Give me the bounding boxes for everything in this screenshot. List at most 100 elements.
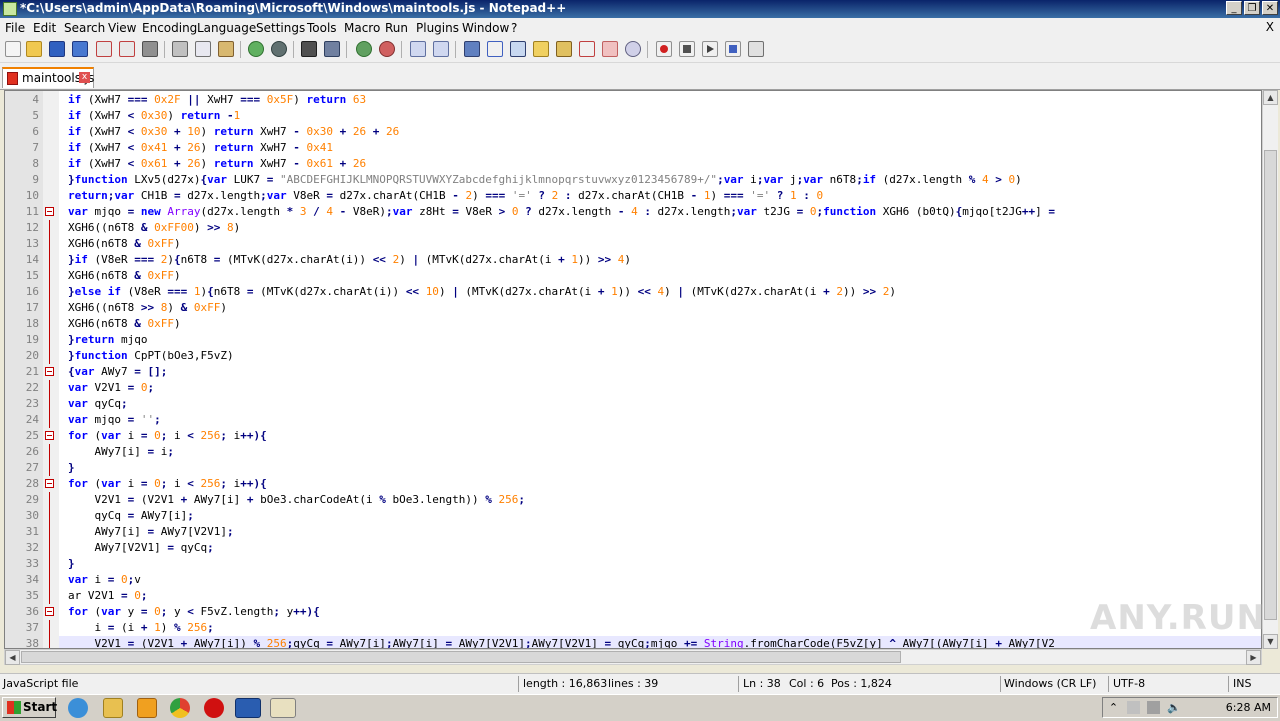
menu-search[interactable]: Search <box>64 21 105 35</box>
undo-icon[interactable] <box>248 41 264 57</box>
status-insert-mode[interactable]: INS <box>1233 677 1251 690</box>
zoom-out-icon[interactable] <box>379 41 395 57</box>
sync-vertical-icon[interactable] <box>410 41 426 57</box>
menu-help[interactable]: ? <box>511 21 517 35</box>
tab-maintools-js[interactable]: maintools.js x <box>2 67 94 88</box>
chrome-icon[interactable] <box>170 698 190 718</box>
code-line[interactable]: 21 {var AWy7 = []; <box>26 364 1261 380</box>
fold-toggle-icon[interactable] <box>45 479 54 488</box>
action-center-icon[interactable] <box>1127 701 1140 714</box>
code-line[interactable]: 37 i = (i + 1) % 256; <box>26 620 1261 636</box>
code-line[interactable]: 30 qyCq = AWy7[i]; <box>26 508 1261 524</box>
document-map-icon[interactable] <box>556 41 572 57</box>
word-icon[interactable] <box>235 698 261 718</box>
code-line[interactable]: 4 if (XwH7 === 0x2F || XwH7 === 0x5F) ret… <box>32 92 1261 108</box>
macro-record-icon[interactable] <box>656 41 672 57</box>
code-line[interactable]: 16}else if (V8eR === 1){n6T8 = (MTvK(d27… <box>26 284 1261 300</box>
code-line[interactable]: 33} <box>26 556 1261 572</box>
menu-view[interactable]: View <box>108 21 136 35</box>
zoom-in-icon[interactable] <box>356 41 372 57</box>
menu-window[interactable]: Window <box>462 21 509 35</box>
folder-as-workspace-icon[interactable] <box>602 41 618 57</box>
menu-edit[interactable]: Edit <box>33 21 56 35</box>
code-line[interactable]: 5 if (XwH7 < 0x30) return -1 <box>32 108 1261 124</box>
macro-play-icon[interactable] <box>702 41 718 57</box>
code-line[interactable]: 13 XGH6(n6T8 & 0xFF) <box>26 236 1261 252</box>
code-line[interactable]: 10 return;var CH1B = d27x.length;var V8eR… <box>26 188 1261 204</box>
menu-plugins[interactable]: Plugins <box>416 21 459 35</box>
code-line[interactable]: 18 XGH6(n6T8 & 0xFF) <box>26 316 1261 332</box>
menu-file[interactable]: File <box>5 21 25 35</box>
fold-toggle-icon[interactable] <box>45 431 54 440</box>
function-list-icon[interactable] <box>579 41 595 57</box>
menu-tools[interactable]: Tools <box>307 21 337 35</box>
restore-button[interactable]: ❐ <box>1244 1 1260 15</box>
code-line[interactable]: 34 var i = 0;v <box>26 572 1261 588</box>
code-line[interactable]: 26 AWy7[i] = i; <box>26 444 1261 460</box>
code-line[interactable]: 22 var V2V1 = 0; <box>26 380 1261 396</box>
code-line[interactable]: 6 if (XwH7 < 0x30 + 10) return XwH7 - 0x3… <box>32 124 1261 140</box>
code-line[interactable]: 28 for (var i = 0; i < 256; i++){ <box>26 476 1261 492</box>
macro-stop-icon[interactable] <box>679 41 695 57</box>
code-line[interactable]: 11 var mjqo = new Array(d27x.length * 3 /… <box>26 204 1261 220</box>
scroll-left-arrow-icon[interactable]: ◀ <box>5 650 20 665</box>
code-line[interactable]: 29 V2V1 = (V2V1 + AWy7[i] + bOe3.charCod… <box>26 492 1261 508</box>
monitoring-icon[interactable] <box>625 41 641 57</box>
scroll-right-arrow-icon[interactable]: ▶ <box>1246 650 1261 665</box>
code-line[interactable]: 38 V2V1 = (V2V1 + AWy7[i]) % 256;qyCq = … <box>26 636 1261 648</box>
code-line[interactable]: 15 XGH6(n6T8 & 0xFF) <box>26 268 1261 284</box>
status-encoding[interactable]: UTF-8 <box>1113 677 1145 690</box>
redo-icon[interactable] <box>271 41 287 57</box>
menu-encoding[interactable]: Encoding <box>142 21 197 35</box>
media-player-icon[interactable] <box>137 698 157 718</box>
language-udl-icon[interactable] <box>533 41 549 57</box>
code-line[interactable]: 31 AWy7[i] = AWy7[V2V1]; <box>26 524 1261 540</box>
close-file-icon[interactable] <box>96 41 112 57</box>
code-line[interactable]: 25 for (var i = 0; i < 256; i++){ <box>26 428 1261 444</box>
network-icon[interactable] <box>1147 701 1160 714</box>
vertical-scrollbar[interactable]: ▲ ▼ <box>1262 90 1278 649</box>
macro-save-icon[interactable] <box>748 41 764 57</box>
code-line[interactable]: 23 var qyCq; <box>26 396 1261 412</box>
menu-settings[interactable]: Settings <box>256 21 305 35</box>
menu-run[interactable]: Run <box>385 21 408 35</box>
volume-icon[interactable]: 🔈 <box>1167 701 1181 714</box>
code-line[interactable]: 9}function LXv5(d27x){var LUK7 = "ABCDEF… <box>32 172 1261 188</box>
close-all-icon[interactable] <box>119 41 135 57</box>
fold-toggle-icon[interactable] <box>45 607 54 616</box>
scroll-up-arrow-icon[interactable]: ▲ <box>1263 90 1278 105</box>
code-editor[interactable]: 4 if (XwH7 === 0x2F || XwH7 === 0x5F) ret… <box>4 90 1262 649</box>
code-line[interactable]: 36 for (var y = 0; y < F5vZ.length; y++){ <box>26 604 1261 620</box>
new-file-icon[interactable] <box>5 41 21 57</box>
save-all-icon[interactable] <box>72 41 88 57</box>
print-icon[interactable] <box>142 41 158 57</box>
code-line[interactable]: 12 XGH6((n6T8 & 0xFF00) >> 8) <box>26 220 1261 236</box>
notepadpp-app-icon[interactable] <box>3 2 17 16</box>
opera-icon[interactable] <box>204 698 224 718</box>
cut-icon[interactable] <box>172 41 188 57</box>
code-line[interactable]: 14}if (V8eR === 2){n6T8 = (MTvK(d27x.cha… <box>26 252 1261 268</box>
save-icon[interactable] <box>49 41 65 57</box>
close-document-button[interactable]: X <box>1266 20 1274 34</box>
menu-macro[interactable]: Macro <box>344 21 380 35</box>
minimize-button[interactable]: _ <box>1226 1 1242 15</box>
code-line[interactable]: 24 var mjqo = ''; <box>26 412 1261 428</box>
show-all-characters-icon[interactable] <box>487 41 503 57</box>
vertical-scroll-thumb[interactable] <box>1264 150 1277 620</box>
notepadpp-taskbar-icon[interactable] <box>270 698 296 718</box>
paste-icon[interactable] <box>218 41 234 57</box>
internet-explorer-icon[interactable] <box>68 698 88 718</box>
file-explorer-icon[interactable] <box>103 698 123 718</box>
tab-close-icon[interactable]: x <box>79 72 90 83</box>
code-line[interactable]: 7 if (XwH7 < 0x41 + 26) return XwH7 - 0x4… <box>32 140 1261 156</box>
code-line[interactable]: 17 XGH6((n6T8 >> 8) & 0xFF) <box>26 300 1261 316</box>
code-line[interactable]: 20}function CpPT(bOe3,F5vZ) <box>26 348 1261 364</box>
code-line[interactable]: 19}return mjqo <box>26 332 1261 348</box>
code-line[interactable]: 35 ar V2V1 = 0; <box>26 588 1261 604</box>
start-button[interactable]: Start <box>2 697 57 718</box>
status-eol[interactable]: Windows (CR LF) <box>1004 677 1096 690</box>
code-line[interactable]: 27} <box>26 460 1261 476</box>
replace-icon[interactable] <box>324 41 340 57</box>
code-area[interactable]: 4 if (XwH7 === 0x2F || XwH7 === 0x5F) ret… <box>26 92 1261 648</box>
horizontal-scroll-thumb[interactable] <box>21 651 901 663</box>
